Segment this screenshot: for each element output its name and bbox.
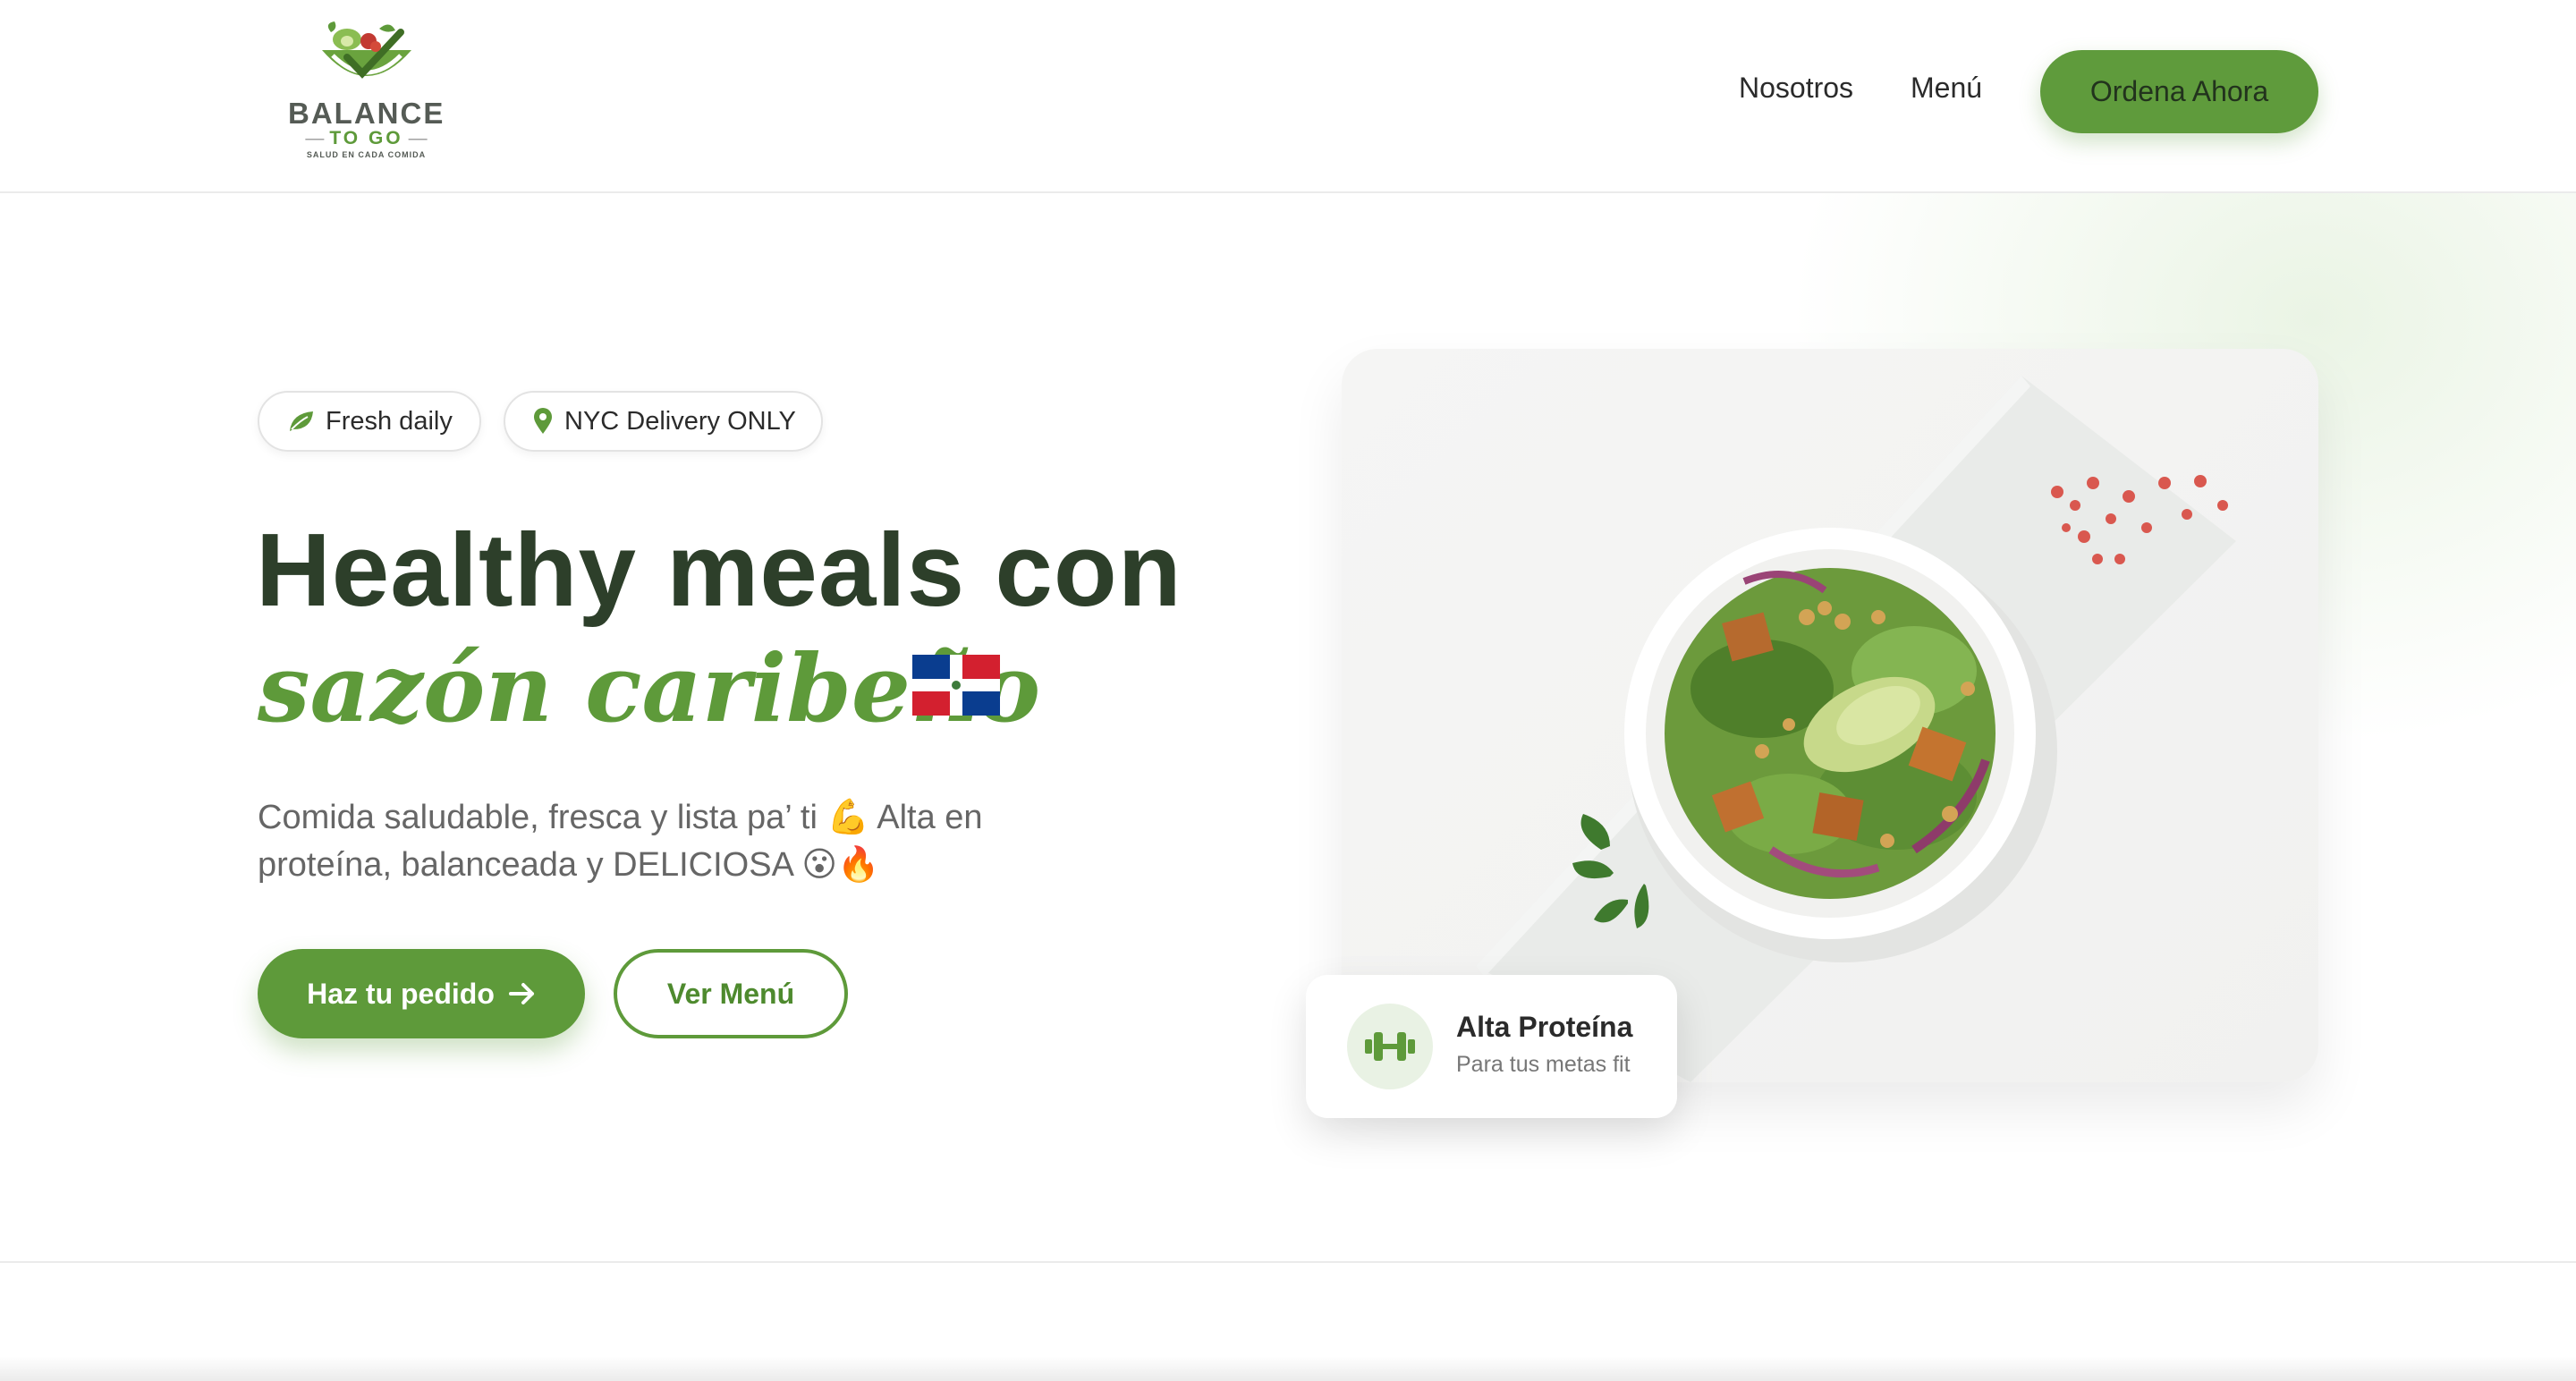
section-divider xyxy=(0,1261,2576,1263)
arrow-right-icon xyxy=(508,983,534,1004)
leaf-icon xyxy=(290,411,313,431)
hero-description: Comida saludable, fresca y lista pa’ ti … xyxy=(258,799,983,884)
hero-food-photo xyxy=(1342,349,2318,1082)
fresh-daily-pill: Fresh daily xyxy=(258,391,481,452)
dumbbell-icon xyxy=(1365,1032,1415,1061)
badge-title: Alta Proteína xyxy=(1456,1011,1633,1043)
place-order-label: Haz tu pedido xyxy=(307,977,495,1010)
pill-label: Fresh daily xyxy=(326,406,453,436)
dominican-republic-flag-icon xyxy=(912,655,1000,716)
view-menu-button[interactable]: Ver Menú xyxy=(614,949,848,1038)
high-protein-badge: Alta Proteína Para tus metas fit xyxy=(1306,975,1677,1118)
next-section-edge xyxy=(0,1356,2576,1381)
logo-bowl-icon xyxy=(322,21,411,79)
salad-bowl-illustration xyxy=(1476,376,2236,1082)
badge-icon-circle xyxy=(1347,1004,1433,1089)
badge-subtitle: Para tus metas fit xyxy=(1456,1052,1631,1077)
brand-name: BALANCE xyxy=(288,97,445,130)
nyc-delivery-pill: NYC Delivery ONLY xyxy=(504,391,823,452)
map-pin-icon xyxy=(534,408,552,434)
pill-label: NYC Delivery ONLY xyxy=(564,406,796,436)
place-order-button[interactable]: Haz tu pedido xyxy=(258,949,585,1038)
hero-headline: Healthy meals con xyxy=(256,512,1182,628)
site-header: BALANCE TO GO SALUD EN CADA COMIDA Nosot… xyxy=(0,0,2576,193)
nav-link-nosotros[interactable]: Nosotros xyxy=(1739,72,1853,105)
nav-link-menu[interactable]: Menú xyxy=(1911,72,1982,105)
brand-tagline: SALUD EN CADA COMIDA xyxy=(306,150,427,159)
order-now-button[interactable]: Ordena Ahora xyxy=(2040,50,2318,133)
brand-logo[interactable]: BALANCE TO GO SALUD EN CADA COMIDA xyxy=(288,20,445,163)
brand-sub: TO GO xyxy=(288,128,445,149)
